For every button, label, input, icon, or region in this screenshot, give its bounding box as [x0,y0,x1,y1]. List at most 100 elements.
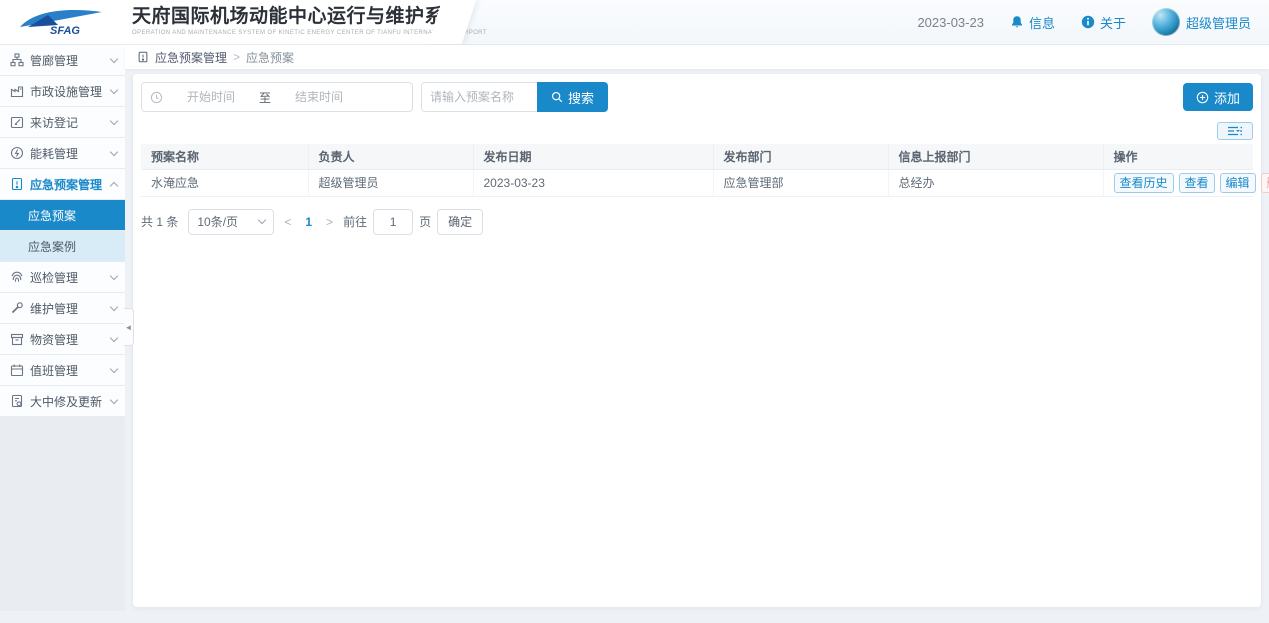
sidebar-item-emergency-plan-mgmt[interactable]: 应急预案管理 [0,169,125,200]
breadcrumb-doc-icon [137,51,149,63]
sidebar-item-energy[interactable]: 能耗管理 [0,138,125,169]
prev-page-button[interactable]: < [284,215,291,229]
bell-icon [1010,15,1024,29]
clock-icon [150,91,163,104]
col-header-owner: 负责人 [308,144,473,169]
chevron-down-icon [110,395,118,403]
sfag-logo-icon: SFAG [14,5,106,39]
wrench-icon [10,301,24,315]
sidebar-collapse-handle[interactable]: ◄ [124,308,134,346]
plan-name-input[interactable] [421,82,537,112]
goto-label: 前往 [343,213,367,230]
chevron-up-icon [110,181,118,189]
chevron-down-icon [110,54,118,62]
add-button[interactable]: 添加 [1183,83,1253,111]
date-range-picker[interactable]: 至 [141,82,413,112]
end-time-input[interactable] [275,90,363,104]
edit-icon [10,115,24,129]
sidebar-item-pipe-gallery[interactable]: 管廊管理 [0,45,125,76]
fingerprint-icon [10,270,24,284]
range-separator: 至 [259,89,271,106]
sidebar-item-label: 大中修及更新 [30,393,111,410]
avatar [1152,8,1180,36]
view-history-button[interactable]: 查看历史 [1114,173,1174,193]
chevron-down-icon [110,333,118,341]
sidebar-subitem-emergency-plan[interactable]: 应急预案 [0,200,125,231]
sidebar-item-maintenance[interactable]: 维护管理 [0,293,125,324]
cell-publish-dept: 应急管理部 [713,169,888,196]
messages-link[interactable]: 信息 [1010,13,1055,32]
current-page[interactable]: 1 [305,215,312,229]
col-header-report-dept: 信息上报部门 [888,144,1103,169]
sidebar-item-label: 维护管理 [30,300,111,317]
view-button[interactable]: 查看 [1179,173,1215,193]
pagination-total: 共 1 条 [141,213,178,230]
doc-gear-icon [10,394,24,408]
calendar-icon [10,363,24,377]
sidebar-item-label: 来访登记 [30,114,111,131]
sidebar-subitem-emergency-case[interactable]: 应急案例 [0,231,125,262]
about-link[interactable]: 关于 [1081,13,1126,32]
breadcrumb: 应急预案管理 > 应急预案 [125,45,1269,69]
sidebar-item-visitor-registration[interactable]: 来访登记 [0,107,125,138]
chevron-down-icon [110,302,118,310]
cell-plan-name: 水淹应急 [141,169,308,196]
cell-owner: 超级管理员 [308,169,473,196]
content-card: 至 搜索 添加 [133,74,1261,607]
chevron-down-icon [110,147,118,155]
page-size-value: 10条/页 [197,213,238,230]
chevron-down-icon [110,85,118,93]
svg-text:SFAG: SFAG [50,25,80,37]
box-icon [10,332,24,346]
sidebar-item-label: 管廊管理 [30,52,111,69]
info-icon [1081,15,1095,29]
column-settings-button[interactable] [1217,122,1253,140]
table-header-row: 预案名称 负责人 发布日期 发布部门 信息上报部门 操作 [141,144,1253,169]
sidebar: 管廊管理 市政设施管理 来访登记 能耗管理 应急预案管理 应急预案 应急案例 巡… [0,45,125,611]
chevron-down-icon [258,216,266,224]
toolbar: 至 搜索 添加 [141,82,1253,112]
page-size-select[interactable]: 10条/页 [188,209,274,235]
edit-button[interactable]: 编辑 [1220,173,1256,193]
sidebar-item-label: 能耗管理 [30,145,111,162]
column-filter-icon [1227,126,1243,136]
sidebar-item-inspection[interactable]: 巡检管理 [0,262,125,293]
chevron-down-icon [110,271,118,279]
about-label: 关于 [1100,13,1126,32]
add-button-label: 添加 [1214,88,1240,107]
sidebar-item-municipal-facilities[interactable]: 市政设施管理 [0,76,125,107]
search-button[interactable]: 搜索 [537,82,608,112]
plans-table: 预案名称 负责人 发布日期 发布部门 信息上报部门 操作 水淹应急 超级管理员 [141,144,1253,197]
sidebar-item-materials[interactable]: 物资管理 [0,324,125,355]
messages-label: 信息 [1029,13,1055,32]
sidebar-subitem-label: 应急案例 [28,238,76,255]
sidebar-item-label: 市政设施管理 [30,83,111,100]
col-header-plan-name: 预案名称 [141,144,308,169]
emergency-doc-icon [10,177,24,191]
sidebar-item-label: 应急预案管理 [30,176,111,193]
sidebar-item-overhaul-renewal[interactable]: 大中修及更新 [0,386,125,417]
delete-button[interactable]: 删除 [1261,173,1269,193]
plus-circle-icon [1196,91,1209,104]
factory-icon [10,84,24,98]
sitemap-icon [10,53,24,67]
search-icon [551,91,563,103]
sidebar-item-label: 物资管理 [30,331,111,348]
col-header-publish-date: 发布日期 [473,144,713,169]
next-page-button[interactable]: > [326,215,333,229]
user-menu[interactable]: 超级管理员 [1152,8,1251,36]
confirm-button[interactable]: 确定 [437,209,483,235]
breadcrumb-current: 应急预案 [246,49,294,66]
page-unit-label: 页 [419,213,431,230]
app-header: SFAG 天府国际机场动能中心运行与维护系统 OPERATION AND MAI… [0,0,1269,45]
chevron-down-icon [110,116,118,124]
page-title: 天府国际机场动能中心运行与维护系统 [132,7,487,28]
goto-page-input[interactable] [373,209,413,235]
sidebar-subitem-label: 应急预案 [28,207,76,224]
footer-band [0,611,1269,623]
breadcrumb-parent[interactable]: 应急预案管理 [155,49,227,66]
energy-icon [10,146,24,160]
start-time-input[interactable] [167,90,255,104]
search-button-label: 搜索 [568,88,594,107]
sidebar-item-duty[interactable]: 值班管理 [0,355,125,386]
